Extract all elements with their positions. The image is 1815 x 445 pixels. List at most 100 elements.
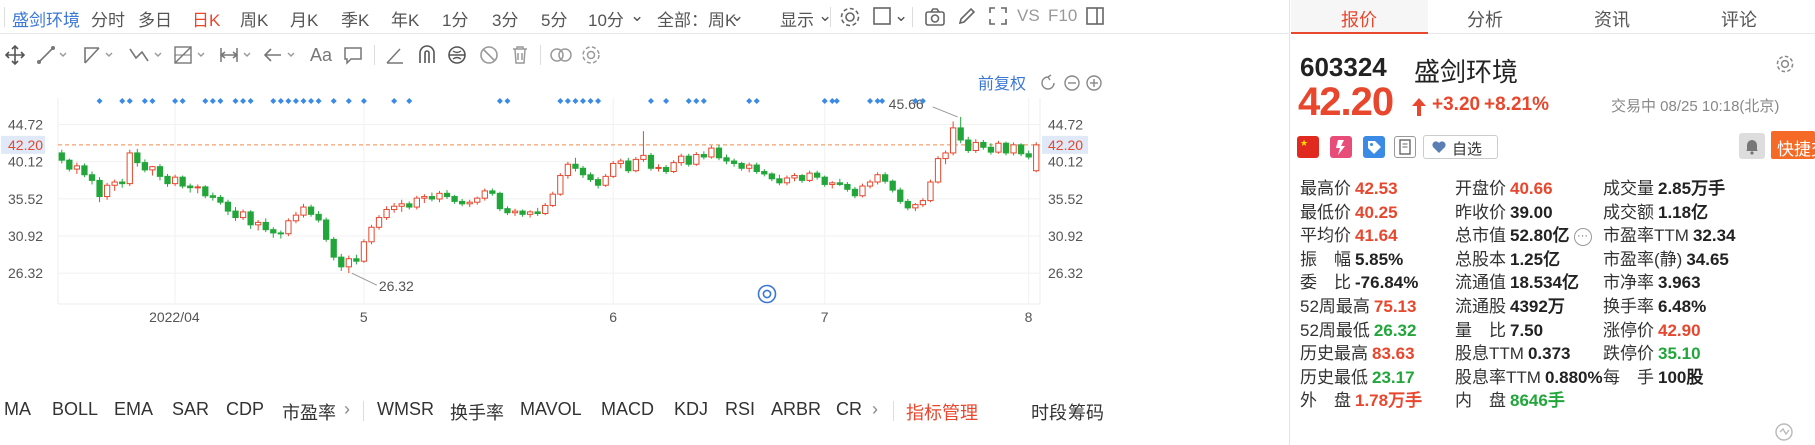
chevron-down-icon[interactable]: ⌄: [894, 6, 908, 26]
candle-body: [791, 175, 798, 179]
chart-style-icon[interactable]: [872, 6, 892, 26]
tag-icon[interactable]: [1363, 136, 1385, 158]
pencil-icon[interactable]: [957, 6, 977, 26]
margin-trading-icon[interactable]: [1330, 136, 1352, 158]
move-crosshair-icon[interactable]: [4, 43, 26, 67]
period-3min[interactable]: 3分: [492, 6, 518, 31]
tab-analysis[interactable]: 分析: [1467, 6, 1503, 32]
candle-body: [738, 162, 745, 169]
candle-body: [202, 186, 209, 197]
candle-body: [1010, 144, 1017, 154]
indicator-ma[interactable]: MA: [4, 399, 31, 420]
kline-chart[interactable]: 前复权 44.72 44.72 40.12 40.12 35.52 35.52 30.92 3…: [0, 74, 1290, 386]
indicator-manage-button[interactable]: 指标管理: [906, 399, 978, 425]
time-period-button[interactable]: 时段: [1031, 399, 1067, 425]
event-marker: [285, 98, 292, 104]
f10-button[interactable]: F10: [1048, 6, 1077, 26]
magnet-icon[interactable]: [416, 43, 438, 67]
candle-body: [391, 205, 398, 210]
alert-bell-icon[interactable]: [1739, 133, 1765, 159]
indicator-boll[interactable]: BOLL: [52, 399, 98, 420]
more-options-icon[interactable]: ···: [1573, 227, 1592, 246]
period-yearly-k[interactable]: 年K: [391, 6, 419, 31]
period-intraday[interactable]: 分时: [91, 6, 125, 31]
fullscreen-icon[interactable]: [988, 6, 1008, 26]
notes-icon[interactable]: [1394, 136, 1416, 158]
event-marker: [308, 98, 315, 104]
display-menu[interactable]: 显示: [780, 6, 814, 31]
hide-drawing-icon[interactable]: [478, 43, 500, 67]
range-select[interactable]: 全部：周K: [657, 6, 736, 31]
quote-field: 最低价 40.25: [1300, 198, 1398, 223]
fibonacci-icon[interactable]: [172, 43, 208, 67]
settings-gear-icon[interactable]: [839, 6, 861, 28]
high-annotation-label: 45.66: [889, 96, 924, 112]
period-10min[interactable]: 10分: [588, 6, 624, 31]
period-1min[interactable]: 1分: [442, 6, 468, 31]
at-sign-icon[interactable]: [757, 284, 777, 304]
wave-line-icon[interactable]: [127, 43, 165, 67]
chevron-down-icon[interactable]: ⌄: [630, 6, 644, 26]
trash-icon[interactable]: [509, 43, 531, 67]
comment-icon[interactable]: [342, 43, 364, 67]
trend-line-icon[interactable]: [36, 43, 70, 67]
measure-range-icon[interactable]: [218, 43, 254, 67]
period-quarterly-k[interactable]: 季K: [341, 6, 369, 31]
tab-quote[interactable]: 报价: [1341, 6, 1377, 32]
indicator-cdp[interactable]: CDP: [226, 399, 264, 420]
arrow-left-icon[interactable]: [262, 43, 298, 67]
quote-field: 换手率 6.48%: [1603, 292, 1706, 317]
quote-field-value: 52.80亿: [1510, 226, 1570, 246]
angle-icon[interactable]: [384, 43, 406, 67]
indicator-cr[interactable]: CR: [836, 399, 862, 420]
settings-gear-icon[interactable]: [1775, 54, 1795, 74]
event-marker: [595, 98, 602, 104]
indicator-ema[interactable]: EMA: [114, 399, 153, 420]
quote-field: 流通股 4392万: [1455, 292, 1565, 317]
indicator-pe[interactable]: 市盈率: [282, 399, 336, 425]
overlay-icon[interactable]: [548, 43, 574, 67]
indicator-kdj[interactable]: KDJ: [674, 399, 708, 420]
tab-comments[interactable]: 评论: [1721, 6, 1757, 32]
channel-line-icon[interactable]: [82, 43, 116, 67]
drawing-settings-icon[interactable]: [580, 43, 602, 67]
text-tool-icon[interactable]: Aa: [310, 45, 332, 69]
candle-body: [995, 142, 1002, 153]
add-watchlist-button[interactable]: 自选: [1423, 135, 1498, 159]
indicator-mavol[interactable]: MAVOL: [520, 399, 582, 420]
indicator-arbr[interactable]: ARBR: [771, 399, 821, 420]
indicator-rsi[interactable]: RSI: [725, 399, 755, 420]
period-weekly-k[interactable]: 周K: [240, 6, 268, 31]
lock-drawing-icon[interactable]: [446, 43, 468, 67]
event-marker: [504, 98, 511, 104]
chevron-right-icon[interactable]: ›: [872, 399, 878, 420]
quick-trade-button[interactable]: 快捷交易: [1771, 131, 1815, 159]
stock-name-label[interactable]: 盛剑环境: [12, 6, 80, 31]
candle-body: [141, 162, 149, 171]
quote-field-value: 100股: [1658, 367, 1704, 387]
x-tick-label: 6: [609, 309, 617, 325]
x-tick-label: 7: [821, 309, 829, 325]
candle-body: [428, 196, 436, 200]
period-multi-day[interactable]: 多日: [138, 6, 172, 31]
period-monthly-k[interactable]: 月K: [290, 6, 318, 31]
event-marker: [232, 98, 239, 104]
period-daily-k[interactable]: 日K: [192, 6, 220, 31]
period-5min[interactable]: 5分: [541, 6, 567, 31]
candle-body: [836, 182, 843, 185]
candle-body: [338, 256, 345, 268]
camera-icon[interactable]: [924, 7, 946, 27]
indicator-wmsr[interactable]: WMSR: [377, 399, 434, 420]
quote-field-value: 40.66: [1510, 179, 1553, 198]
indicator-macd[interactable]: MACD: [601, 399, 654, 420]
chevron-down-icon[interactable]: ⌄: [730, 6, 744, 26]
chevron-right-icon[interactable]: ›: [344, 399, 350, 420]
candle-body: [972, 141, 979, 152]
side-panel-icon[interactable]: [1085, 6, 1105, 26]
indicator-turnover[interactable]: 换手率: [450, 399, 504, 425]
tab-news[interactable]: 资讯: [1594, 6, 1630, 32]
quote-field-value: 83.63: [1372, 344, 1415, 364]
chip-distribution-button[interactable]: 筹码: [1068, 399, 1104, 425]
compare-vs-button[interactable]: VS: [1017, 6, 1040, 26]
indicator-sar[interactable]: SAR: [172, 399, 209, 420]
